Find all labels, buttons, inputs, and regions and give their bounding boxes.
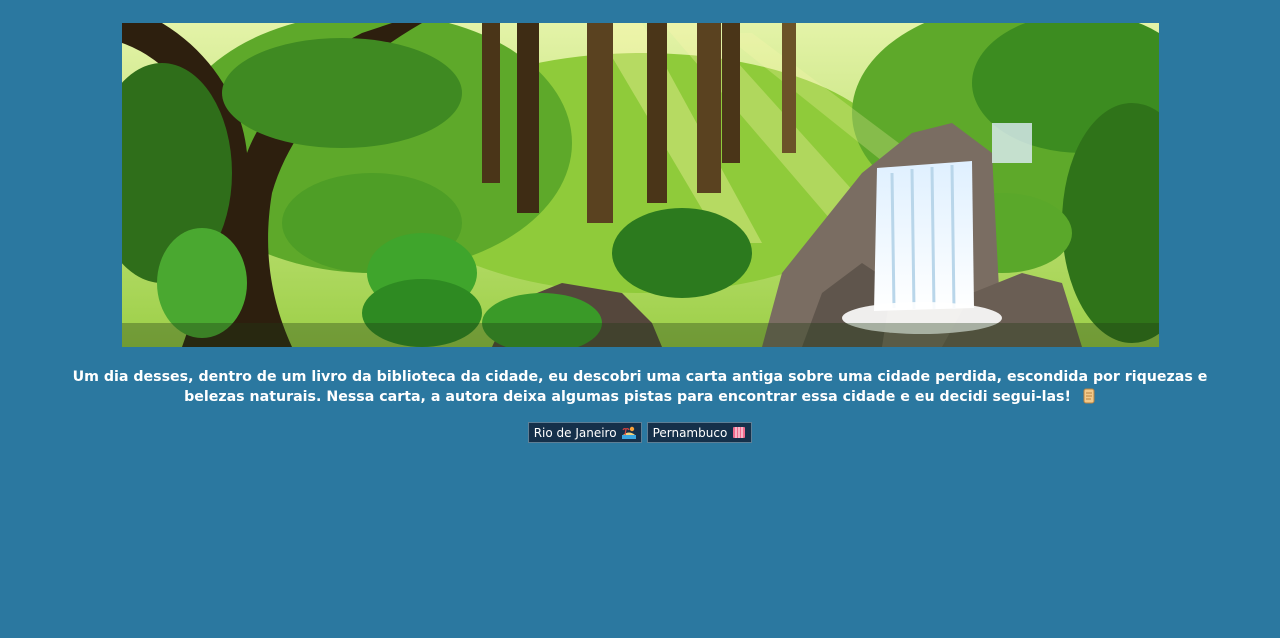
hero-illustration [122, 23, 1159, 347]
story-paragraph: Um dia desses, dentro de um livro da bib… [72, 369, 1208, 405]
story-text: Um dia desses, dentro de um livro da bib… [70, 367, 1210, 410]
ticket-icon [732, 426, 746, 439]
scroll-icon [1082, 388, 1096, 410]
choice-label-rio: Rio de Janeiro [533, 425, 617, 440]
rio-de-janeiro-button[interactable]: Rio de Janeiro [527, 422, 642, 443]
beach-icon [621, 426, 636, 439]
page: Um dia desses, dentro de um livro da bib… [0, 0, 1280, 638]
choice-label-pernambuco: Pernambuco [652, 425, 728, 440]
choice-buttons: Rio de Janeiro Pernambuco [0, 422, 1280, 443]
pernambuco-button[interactable]: Pernambuco [646, 422, 753, 443]
